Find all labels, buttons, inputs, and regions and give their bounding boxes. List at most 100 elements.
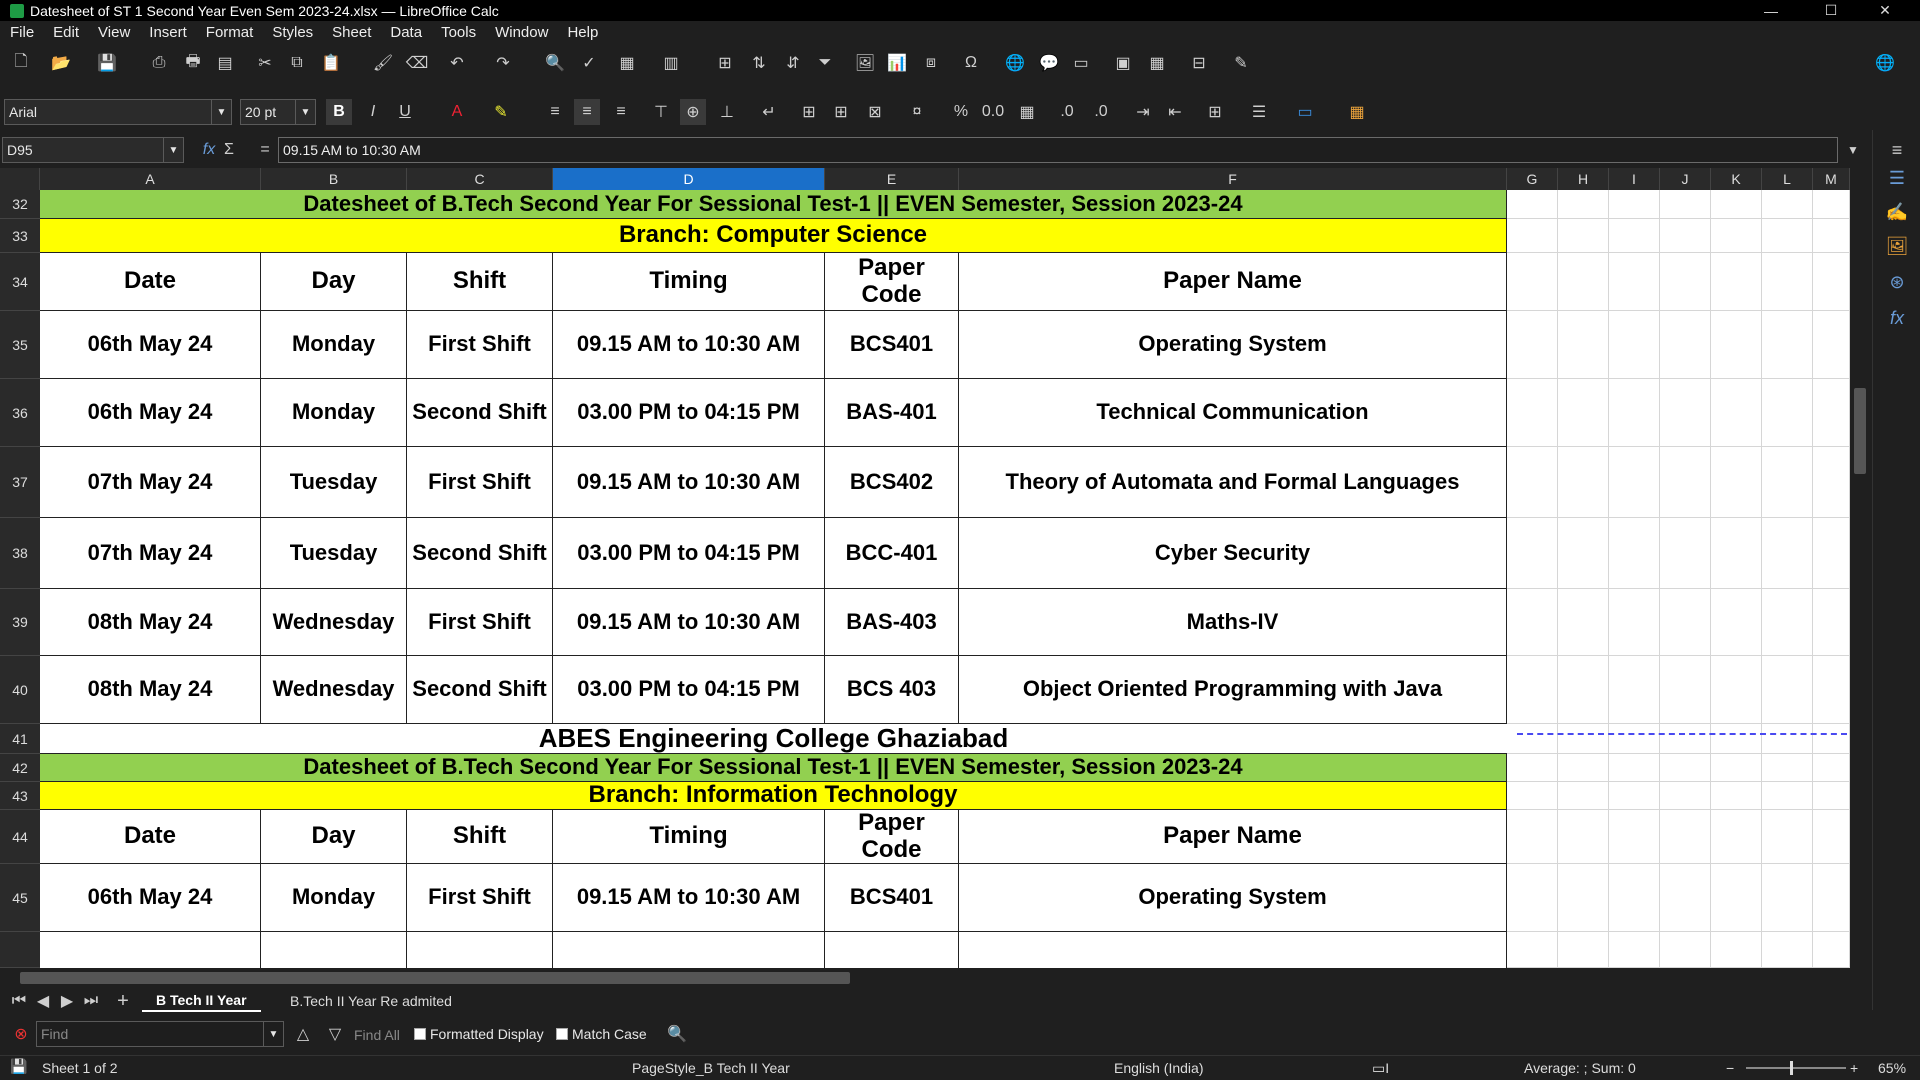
print-preview-icon[interactable]: ▤: [212, 50, 238, 76]
hyperlink-icon[interactable]: 🌐: [1002, 50, 1028, 76]
column-icon[interactable]: ▥: [658, 50, 684, 76]
header-paper-code[interactable]: Paper Code: [825, 253, 959, 311]
table-cell[interactable]: 09.15 AM to 10:30 AM: [553, 589, 825, 656]
row-header-39[interactable]: 39: [0, 589, 40, 656]
wrap-text-icon[interactable]: ↵: [756, 99, 782, 125]
row-header-34[interactable]: 34: [0, 253, 40, 311]
select-all-corner[interactable]: [0, 168, 40, 190]
define-print-area-icon[interactable]: ▣: [1110, 50, 1136, 76]
menu-file[interactable]: File: [0, 24, 43, 41]
table-cell[interactable]: 09.15 AM to 10:30 AM: [553, 447, 825, 518]
table-cell[interactable]: Monday: [261, 864, 407, 932]
align-top-icon[interactable]: ⊤: [648, 99, 674, 125]
font-name-box[interactable]: Arial ▼: [4, 99, 232, 125]
table-cell[interactable]: Cyber Security: [959, 518, 1507, 589]
table-cell[interactable]: 09.15 AM to 10:30 AM: [553, 864, 825, 932]
find-next-icon[interactable]: ▽: [322, 1021, 348, 1047]
previous-sheet-icon[interactable]: ◀: [30, 988, 56, 1014]
horizontal-scroll-thumb[interactable]: [20, 972, 850, 984]
college-name-cell[interactable]: ABES Engineering College Ghaziabad: [40, 724, 1507, 754]
align-bottom-icon[interactable]: ⊥: [714, 99, 740, 125]
autofilter-icon[interactable]: ⏷: [812, 50, 838, 76]
table-cell[interactable]: 03.00 PM to 04:15 PM: [553, 379, 825, 447]
date-format-icon[interactable]: ▦: [1014, 99, 1040, 125]
table-cell[interactable]: Operating System: [959, 311, 1507, 379]
align-right-icon[interactable]: ≡: [608, 99, 634, 125]
table-cell[interactable]: 06th May 24: [40, 311, 261, 379]
menu-format[interactable]: Format: [196, 24, 263, 41]
row-icon[interactable]: ▦: [614, 50, 640, 76]
find-input[interactable]: Find ▼: [36, 1021, 284, 1047]
highlight-color-icon[interactable]: ✎: [488, 99, 514, 125]
sort-ascending-icon[interactable]: ⇅: [746, 50, 772, 76]
branch-cell-cs[interactable]: Branch: Computer Science: [40, 219, 1507, 253]
menu-tools[interactable]: Tools: [431, 24, 485, 41]
table-cell[interactable]: Maths-IV: [959, 589, 1507, 656]
number-format-icon[interactable]: 0.0: [980, 99, 1006, 125]
header-paper-code[interactable]: Paper Code: [825, 809, 959, 864]
align-center-icon[interactable]: ≡: [574, 99, 600, 125]
col-header-l[interactable]: L: [1762, 168, 1813, 190]
add-decimal-icon[interactable]: .0: [1054, 99, 1080, 125]
table-cell[interactable]: 03.00 PM to 04:15 PM: [553, 518, 825, 589]
zoom-in-icon[interactable]: +: [1850, 1060, 1858, 1076]
properties-icon[interactable]: ☰: [1885, 166, 1909, 190]
header-timing[interactable]: Timing: [553, 253, 825, 311]
row-header-32[interactable]: 32: [0, 190, 40, 219]
table-cell[interactable]: BCS401: [825, 311, 959, 379]
table-cell[interactable]: 03.00 PM to 04:15 PM: [553, 656, 825, 724]
show-draw-functions-icon[interactable]: ✎: [1228, 50, 1254, 76]
table-cell[interactable]: 09.15 AM to 10:30 AM: [553, 311, 825, 379]
col-header-c[interactable]: C: [407, 168, 553, 190]
formula-input[interactable]: 09.15 AM to 10:30 AM: [278, 137, 1838, 163]
table-cell[interactable]: 07th May 24: [40, 518, 261, 589]
percent-format-icon[interactable]: %: [948, 99, 974, 125]
horizontal-scrollbar[interactable]: [0, 968, 1850, 988]
table-cell[interactable]: BAS-403: [825, 589, 959, 656]
unmerge-cells-icon[interactable]: ⊠: [862, 99, 888, 125]
table-cell[interactable]: Wednesday: [261, 589, 407, 656]
row-header-46[interactable]: [0, 932, 40, 968]
freeze-icon[interactable]: ⊞: [712, 50, 738, 76]
spelling-icon[interactable]: ✓: [576, 50, 602, 76]
chevron-down-icon[interactable]: ▼: [263, 1022, 283, 1046]
table-cell[interactable]: Second Shift: [407, 379, 553, 447]
styles-icon[interactable]: ✍: [1885, 200, 1909, 224]
col-header-k[interactable]: K: [1711, 168, 1762, 190]
row-header-44[interactable]: 44: [0, 810, 40, 864]
col-header-g[interactable]: G: [1507, 168, 1558, 190]
table-cell[interactable]: BCS402: [825, 447, 959, 518]
header-date[interactable]: Date: [40, 253, 261, 311]
italic-button[interactable]: I: [360, 99, 386, 125]
col-header-f[interactable]: F: [959, 168, 1507, 190]
font-color-icon[interactable]: A: [444, 99, 470, 125]
sidebar-menu-icon[interactable]: ≡: [1885, 138, 1909, 162]
zoom-out-icon[interactable]: −: [1726, 1060, 1734, 1076]
header-day[interactable]: Day: [261, 810, 407, 864]
zoom-slider-handle[interactable]: [1790, 1061, 1793, 1075]
row-header-42[interactable]: 42: [0, 754, 40, 782]
undo-icon[interactable]: ↶: [444, 50, 470, 76]
headers-footers-icon[interactable]: ▭: [1068, 50, 1094, 76]
maximize-button[interactable]: ☐: [1808, 0, 1854, 21]
formatted-display-checkbox[interactable]: Formatted Display: [414, 1026, 544, 1042]
table-cell[interactable]: Tuesday: [261, 447, 407, 518]
merge-cells-icon[interactable]: ⊞: [828, 99, 854, 125]
sum-icon[interactable]: Σ: [216, 137, 242, 163]
table-cell[interactable]: 08th May 24: [40, 589, 261, 656]
col-header-a[interactable]: A: [40, 168, 261, 190]
row-header-33[interactable]: 33: [0, 219, 40, 253]
clear-formatting-icon[interactable]: ⌫: [404, 50, 430, 76]
table-cell[interactable]: [261, 932, 407, 968]
table-cell[interactable]: Monday: [261, 311, 407, 379]
table-cell[interactable]: Technical Communication: [959, 379, 1507, 447]
row-header-40[interactable]: 40: [0, 656, 40, 724]
col-header-j[interactable]: J: [1660, 168, 1711, 190]
menu-styles[interactable]: Styles: [262, 24, 322, 41]
insert-chart-icon[interactable]: 📊: [884, 50, 910, 76]
row-header-43[interactable]: 43: [0, 782, 40, 810]
next-sheet-icon[interactable]: ▶: [54, 988, 80, 1014]
find-previous-icon[interactable]: △: [290, 1021, 316, 1047]
clone-formatting-icon[interactable]: 🖌: [370, 50, 396, 76]
spreadsheet-grid[interactable]: A B C D E F G H I J K L M 32 33 34 35 36…: [0, 168, 1850, 968]
